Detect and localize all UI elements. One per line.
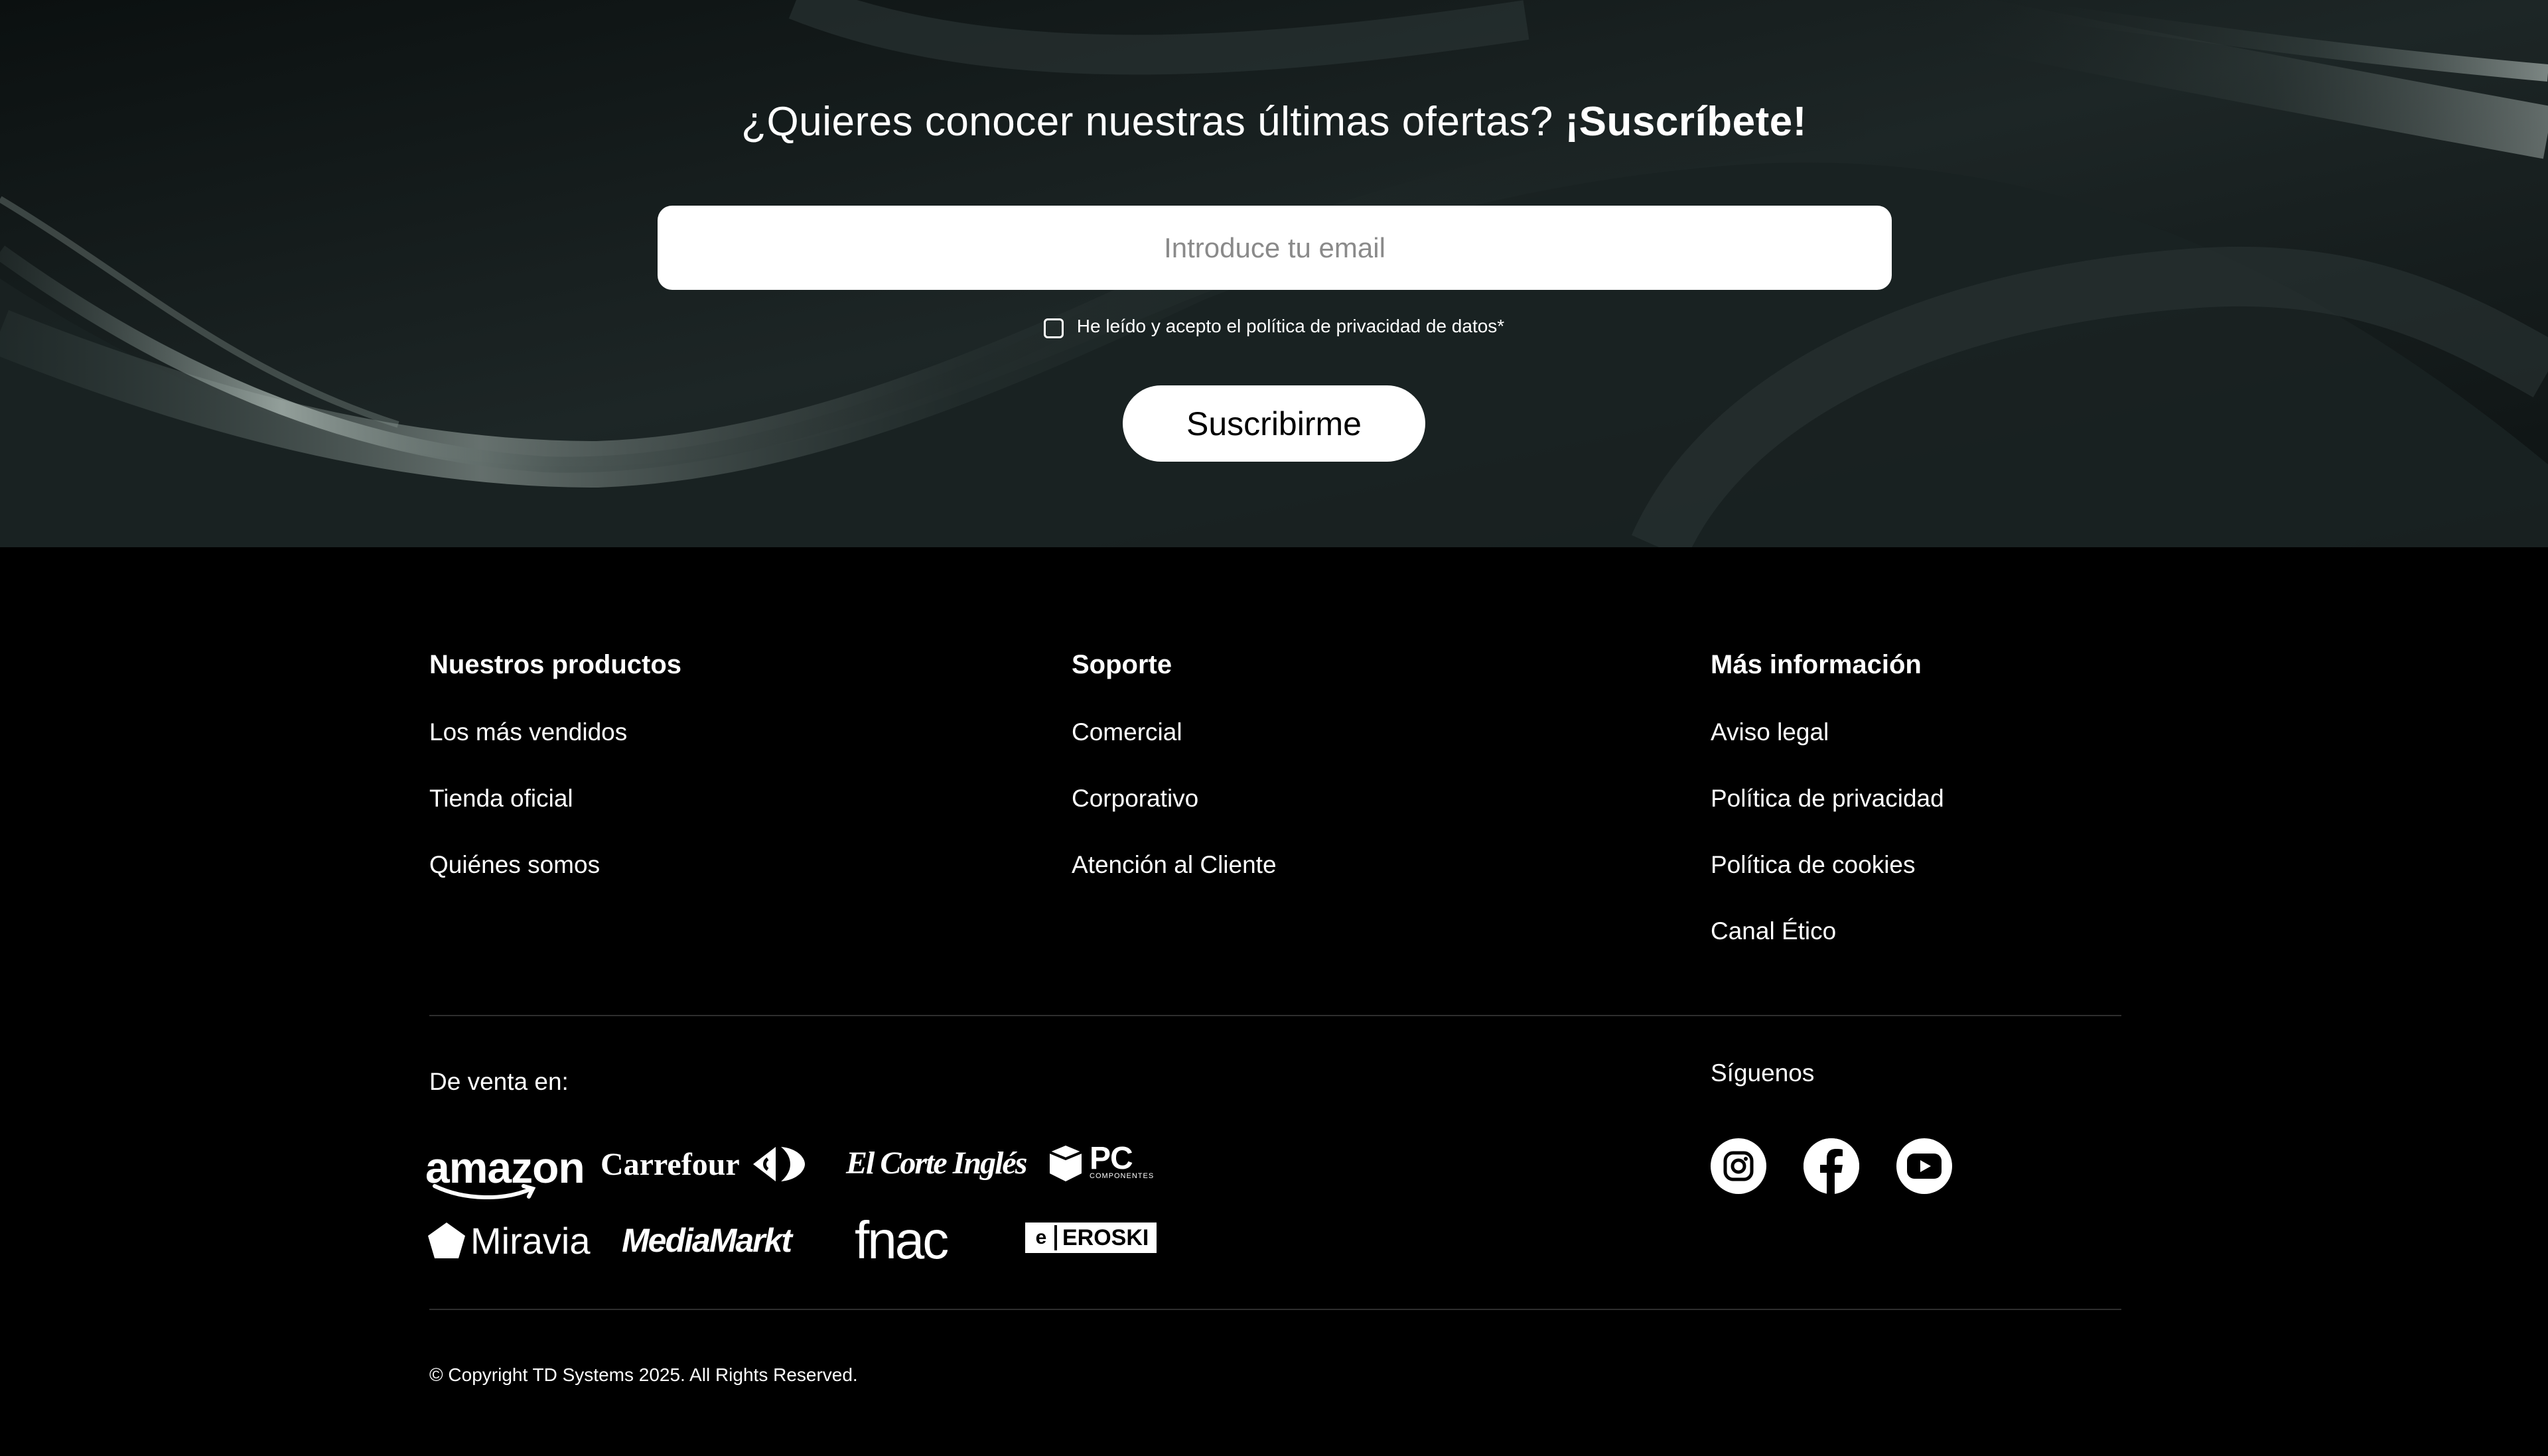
footer-link-about-us[interactable]: Quiénes somos — [429, 848, 681, 915]
eroski-logo[interactable]: e EROSKI — [1025, 1223, 1157, 1253]
footer-link-privacy-policy[interactable]: Política de privacidad — [1711, 782, 1944, 848]
eroski-mark-icon: e — [1028, 1225, 1054, 1250]
footer-column-title: Nuestros productos — [429, 650, 682, 679]
footer-link-commercial[interactable]: Comercial — [1072, 716, 1277, 782]
miravia-logo[interactable]: Miravia — [427, 1217, 590, 1264]
footer-divider — [429, 1309, 2121, 1310]
email-input[interactable] — [658, 206, 1892, 290]
carrefour-logo[interactable]: Carrefour — [601, 1141, 808, 1187]
amazon-smile-icon — [433, 1184, 536, 1199]
footer-link-official-store[interactable]: Tienda oficial — [429, 782, 681, 848]
newsletter-section: ¿Quieres conocer nuestras últimas oferta… — [0, 0, 2548, 547]
subscribe-button[interactable]: Suscribirme — [1123, 385, 1425, 462]
footer-column-more-info: Más información Aviso legal Política de … — [1711, 650, 1944, 981]
privacy-consent-row: He leído y acepto el política de privaci… — [0, 314, 2548, 338]
instagram-icon[interactable] — [1711, 1138, 1766, 1194]
carrefour-emblem-icon — [752, 1147, 805, 1181]
miravia-mark-icon — [428, 1223, 465, 1258]
youtube-icon[interactable] — [1896, 1138, 1952, 1194]
footer-column-title: Más información — [1711, 650, 1922, 679]
facebook-icon[interactable] — [1804, 1138, 1859, 1194]
newsletter-title: ¿Quieres conocer nuestras últimas oferta… — [0, 98, 2548, 145]
footer-column-products: Nuestros productos Los más vendidos Tien… — [429, 650, 681, 915]
pccomponentes-logo[interactable]: PC COMPONENTES — [1047, 1140, 1154, 1186]
pccomponentes-box-icon — [1049, 1146, 1082, 1181]
el-corte-ingles-logo[interactable]: El Corte Inglés — [846, 1140, 1027, 1186]
footer-column-support: Soporte Comercial Corporativo Atención a… — [1072, 650, 1277, 915]
privacy-checkbox[interactable] — [1043, 318, 1064, 338]
footer-link-corporate[interactable]: Corporativo — [1072, 782, 1277, 848]
newsletter-title-bold: ¡Suscríbete! — [1565, 99, 1807, 145]
fnac-logo[interactable]: fnac — [855, 1211, 949, 1270]
retailers-label: De venta en: — [429, 1068, 569, 1095]
footer-link-customer-service[interactable]: Atención al Cliente — [1072, 848, 1277, 915]
footer-link-ethics-channel[interactable]: Canal Ético — [1711, 915, 1944, 981]
footer-link-legal-notice[interactable]: Aviso legal — [1711, 716, 1944, 782]
footer-link-best-sellers[interactable]: Los más vendidos — [429, 716, 681, 782]
follow-us-label: Síguenos — [1711, 1059, 1815, 1087]
amazon-logo[interactable]: amazon — [425, 1141, 585, 1199]
privacy-consent-label: He leído y acepto el política de privaci… — [1076, 316, 1505, 336]
footer-link-cookies-policy[interactable]: Política de cookies — [1711, 848, 1944, 915]
footer-divider — [429, 1015, 2121, 1016]
copyright-text: © Copyright TD Systems 2025. All Rights … — [429, 1364, 858, 1385]
newsletter-title-regular: ¿Quieres conocer nuestras últimas oferta… — [741, 99, 1553, 145]
footer-column-title: Soporte — [1072, 650, 1172, 679]
mediamarkt-logo[interactable]: MediaMarkt — [622, 1221, 792, 1260]
